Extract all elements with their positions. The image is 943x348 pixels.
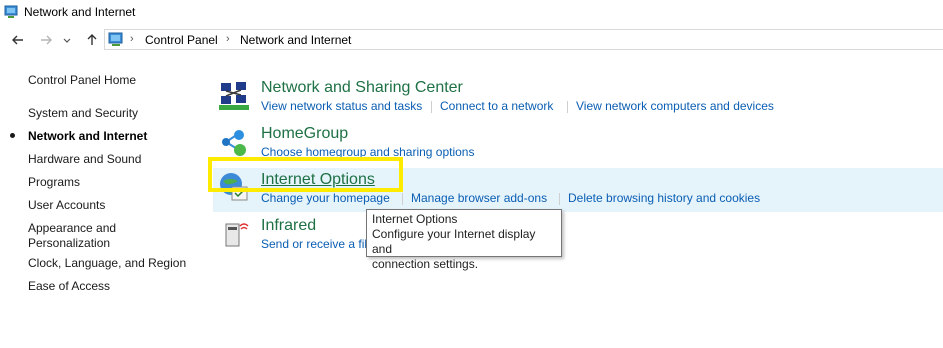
sidebar-item-network-and-internet[interactable]: Network and Internet (28, 129, 147, 144)
category-links-network-sharing: View network status and tasks Connect to… (261, 99, 941, 114)
breadcrumb-separator-icon[interactable]: › (130, 33, 134, 45)
tooltip: Internet Options Configure your Internet… (366, 209, 562, 271)
arrow-up-icon (87, 34, 97, 45)
title-bar: Network and Internet (0, 0, 943, 26)
sidebar-item-system-and-security[interactable]: System and Security (28, 106, 138, 121)
link-separator (402, 193, 403, 205)
forward-button[interactable] (36, 30, 56, 50)
link-separator (431, 101, 432, 113)
breadcrumb-separator-icon[interactable]: › (226, 33, 230, 45)
sidebar-item-hardware-and-sound[interactable]: Hardware and Sound (28, 152, 141, 167)
highlight-box (208, 157, 403, 192)
up-button[interactable] (82, 30, 102, 50)
link-separator (559, 193, 560, 205)
active-indicator (10, 133, 15, 138)
chevron-down-icon (63, 38, 71, 43)
link-send-receive-file[interactable]: Send or receive a file (261, 237, 366, 251)
back-button[interactable] (8, 30, 28, 50)
control-panel-icon (108, 31, 124, 47)
link-connect-to-network[interactable]: Connect to a network (440, 99, 553, 113)
category-title-homegroup[interactable]: HomeGroup (261, 125, 348, 143)
window-title: Network and Internet (24, 5, 136, 19)
homegroup-icon (218, 126, 250, 158)
link-change-homepage[interactable]: Change your homepage (261, 191, 390, 205)
network-sharing-icon (218, 80, 250, 112)
category-title-infrared[interactable]: Infrared (261, 217, 316, 235)
infrared-icon (220, 218, 250, 248)
tooltip-line-2: connection settings. (372, 257, 479, 271)
sidebar-item-appearance-and-personalization[interactable]: Appearance and Personalization (28, 221, 138, 251)
recent-locations-button[interactable] (60, 30, 74, 50)
arrow-left-icon (12, 35, 23, 45)
control-panel-icon (4, 5, 18, 19)
category-title-network-sharing[interactable]: Network and Sharing Center (261, 79, 463, 97)
link-view-network-status[interactable]: View network status and tasks (261, 99, 422, 113)
breadcrumb-control-panel[interactable]: Control Panel (145, 33, 218, 47)
link-delete-browsing-history[interactable]: Delete browsing history and cookies (568, 191, 760, 205)
sidebar-item-ease-of-access[interactable]: Ease of Access (28, 279, 110, 294)
sidebar-item-programs[interactable]: Programs (28, 175, 80, 190)
sidebar-item-user-accounts[interactable]: User Accounts (28, 198, 105, 213)
tooltip-line-1: Configure your Internet display and (372, 227, 536, 256)
arrow-right-icon (41, 35, 52, 45)
link-separator (567, 101, 568, 113)
sidebar-home-link[interactable]: Control Panel Home (28, 73, 136, 88)
category-links-internet-options: Change your homepage Manage browser add-… (261, 191, 941, 206)
tooltip-title: Internet Options (372, 212, 458, 226)
link-manage-browser-addons[interactable]: Manage browser add-ons (411, 191, 547, 205)
breadcrumb-network-and-internet[interactable]: Network and Internet (240, 33, 351, 47)
sidebar-item-clock-language-region[interactable]: Clock, Language, and Region (28, 256, 186, 271)
link-view-network-computers[interactable]: View network computers and devices (576, 99, 774, 113)
